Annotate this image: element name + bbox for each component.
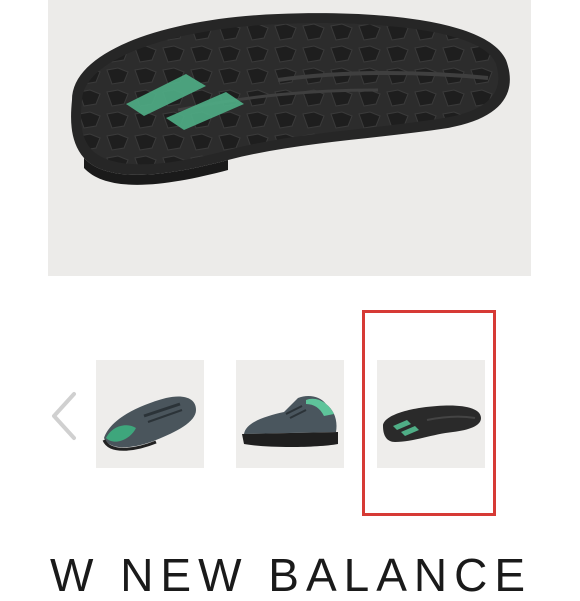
hero-image — [48, 0, 531, 276]
product-title: W NEW BALANCE — [50, 549, 533, 601]
shoe-side-view-image — [242, 396, 338, 447]
shoe-sole-view-image — [383, 405, 481, 442]
thumbnail-top-view[interactable] — [96, 360, 204, 468]
shoe-sole-image — [71, 13, 510, 185]
chevron-left-icon[interactable] — [44, 388, 84, 444]
thumbnail-side-view[interactable] — [236, 360, 344, 468]
thumbnail-sole-view[interactable] — [377, 360, 485, 468]
shoe-top-view-image — [102, 396, 196, 451]
